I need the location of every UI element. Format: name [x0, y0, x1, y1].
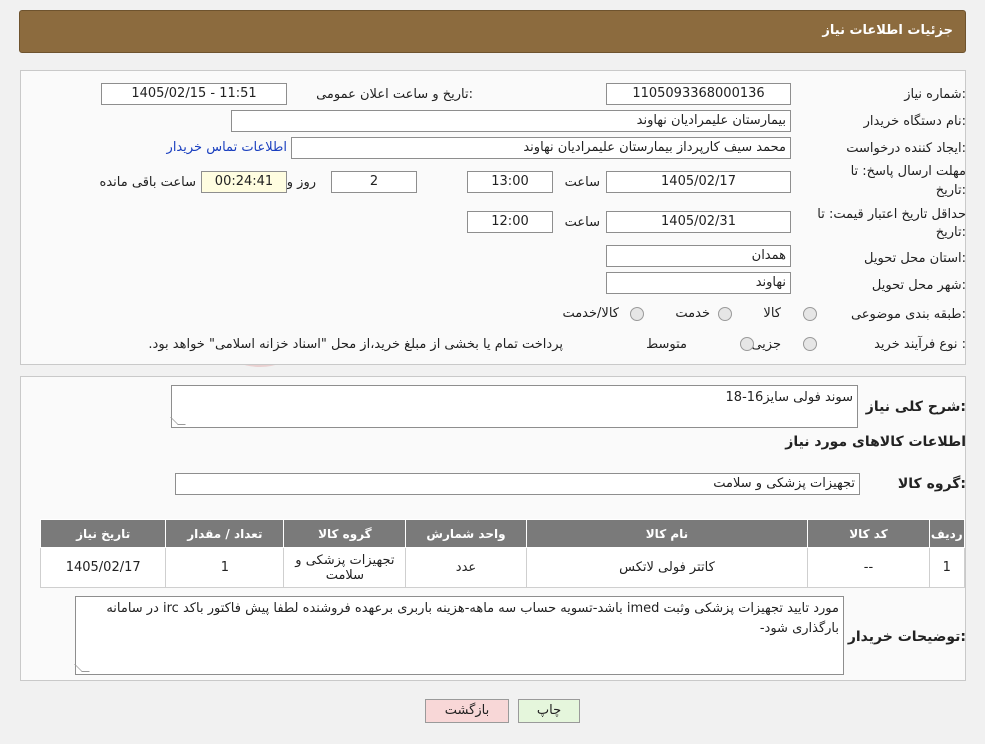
page-title: جزئیات اطلاعات نیاز — [822, 23, 953, 38]
cell-unit: عدد — [405, 547, 527, 588]
buyer-org-label: نام دستگاه خریدار: — [863, 114, 966, 129]
deadline-label: مهلت ارسال پاسخ: تا — [850, 164, 966, 179]
buyer-contact-link[interactable]: اطلاعات تماس خریدار — [167, 140, 287, 155]
category-label: طبقه بندی موضوعی: — [850, 307, 966, 322]
cell-date: 1405/02/17 — [39, 547, 167, 588]
radio-medium-label: متوسط — [646, 337, 687, 352]
col-row: ردیف — [928, 519, 966, 548]
province-field: همدان — [606, 245, 791, 267]
announce-field: 1405/02/15 - 11:51 — [101, 83, 287, 105]
back-button[interactable]: بازگشت — [425, 699, 509, 723]
notes-field: مورد تایید تجهیزات پزشکی وثبت imed باشد-… — [74, 596, 844, 675]
resize-grip-icon — [170, 417, 186, 425]
summary-text: سوند فولی سایز16-18 — [725, 390, 853, 405]
cell-name: کاتتر فولی لاتکس — [525, 547, 809, 588]
validity-date-field: 1405/02/31 — [606, 211, 791, 233]
city-field: نهاوند — [606, 272, 791, 294]
group-field: تجهیزات پزشکی و سلامت — [175, 473, 860, 495]
deadline-date-field: 1405/02/17 — [606, 171, 791, 193]
validity-label-2: تاریخ: — [935, 225, 966, 240]
summary-label: شرح کلی نیاز: — [865, 399, 966, 415]
buyer-org-field: بیمارستان علیمرادیان نهاوند — [231, 110, 791, 132]
items-section-title: اطلاعات کالاهای مورد نیاز — [785, 434, 966, 450]
process-note: پرداخت تمام یا بخشی از مبلغ خرید،از محل … — [148, 337, 563, 352]
process-label: نوع فرآیند خرید : — [874, 337, 966, 352]
cell-row: 1 — [928, 547, 966, 588]
col-date: تاریخ نیاز — [39, 519, 167, 548]
deadline-label-2: تاریخ: — [935, 183, 966, 198]
remaining-label: ساعت باقی مانده — [99, 175, 196, 190]
radio-medium[interactable] — [740, 337, 754, 351]
requester-field: محمد سیف کارپرداز بیمارستان علیمرادیان ن… — [291, 137, 791, 159]
days-field: 2 — [331, 171, 417, 193]
print-button[interactable]: چاپ — [518, 699, 580, 723]
radio-minor-label: جزیی — [751, 337, 781, 352]
col-unit: واحد شمارش — [405, 519, 527, 548]
need-number-field: 1105093368000136 — [606, 83, 791, 105]
items-table-wrap: ردیف کد کالا نام کالا واحد شمارش گروه کا… — [39, 519, 966, 588]
validity-label: حداقل تاریخ اعتبار قیمت: تا — [817, 207, 966, 222]
remaining-time-field: 00:24:41 — [201, 171, 287, 193]
resize-grip-icon — [74, 664, 90, 672]
validity-time-label: ساعت — [564, 215, 600, 230]
need-number-label: شماره نیاز: — [904, 87, 966, 102]
radio-service-label: خدمت — [675, 306, 710, 321]
summary-field: سوند فولی سایز16-18 — [170, 385, 858, 428]
deadline-time-label: ساعت — [564, 175, 600, 190]
requester-label: ایجاد کننده درخواست: — [846, 141, 966, 156]
notes-text: مورد تایید تجهیزات پزشکی وثبت imed باشد-… — [106, 601, 839, 636]
validity-time-field: 12:00 — [467, 211, 553, 233]
announce-label: تاریخ و ساعت اعلان عمومی: — [316, 87, 473, 102]
group-label: گروه کالا: — [897, 476, 966, 492]
items-table: ردیف کد کالا نام کالا واحد شمارش گروه کا… — [39, 519, 966, 588]
radio-goods-service[interactable] — [630, 307, 644, 321]
radio-minor[interactable] — [803, 337, 817, 351]
radio-service[interactable] — [718, 307, 732, 321]
table-header-row: ردیف کد کالا نام کالا واحد شمارش گروه کا… — [39, 519, 966, 548]
notes-label: توضیحات خریدار: — [847, 629, 966, 645]
col-group: گروه کالا — [283, 519, 407, 548]
cell-code: -- — [807, 547, 930, 588]
table-row: 1 -- کاتتر فولی لاتکس عدد تجهیزات پزشکی … — [39, 547, 966, 588]
city-label: شهر محل تحویل: — [871, 278, 966, 293]
radio-goods-service-label: کالا/خدمت — [562, 306, 619, 321]
days-label: روز و — [286, 175, 316, 190]
col-name: نام کالا — [525, 519, 809, 548]
radio-goods-label: کالا — [763, 306, 781, 321]
cell-qty: 1 — [165, 547, 285, 588]
col-qty: تعداد / مقدار — [165, 519, 285, 548]
page-header: جزئیات اطلاعات نیاز — [19, 10, 966, 53]
radio-goods[interactable] — [803, 307, 817, 321]
col-code: کد کالا — [807, 519, 930, 548]
deadline-time-field: 13:00 — [467, 171, 553, 193]
cell-group: تجهیزات پزشکی و سلامت — [283, 547, 407, 588]
province-label: استان محل تحویل: — [864, 251, 966, 266]
